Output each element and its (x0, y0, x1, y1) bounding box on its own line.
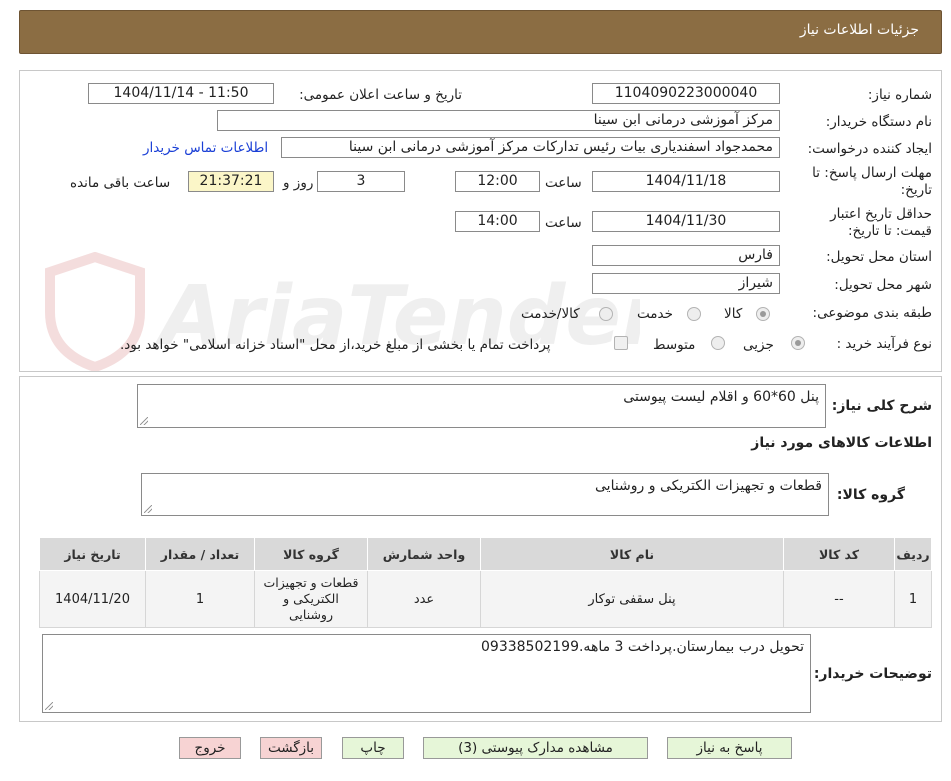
process-label: نوع فرآیند خرید : (836, 336, 932, 352)
category-option-service: خدمت (637, 306, 673, 322)
cell-unit: عدد (367, 570, 481, 628)
validity-time-label: ساعت (545, 215, 582, 231)
treasury-note: پرداخت تمام یا بخشی از مبلغ خرید،از محل … (120, 337, 551, 353)
category-radio-service[interactable] (687, 307, 701, 321)
buyer-contact-link[interactable]: اطلاعات تماس خریدار (143, 140, 268, 156)
category-radio-goods-service[interactable] (599, 307, 613, 321)
province-label: استان محل تحویل: (826, 249, 932, 265)
category-option-goods-service: کالا/خدمت (521, 306, 580, 322)
deadline-time-field: 12:00 (455, 171, 540, 192)
resize-handle-icon[interactable] (45, 702, 53, 710)
city-field: شیراز (592, 273, 780, 294)
items-table: ردیف کد کالا نام کالا واحد شمارش گروه کا… (39, 537, 932, 628)
category-label: طبقه بندی موضوعی: (812, 305, 932, 321)
process-radio-minor[interactable] (791, 336, 805, 350)
creator-label: ایجاد کننده درخواست: (807, 141, 932, 157)
announce-label: تاریخ و ساعت اعلان عمومی: (299, 87, 462, 103)
deadline-label-text: مهلت ارسال پاسخ: تا تاریخ: (812, 165, 932, 198)
goods-group-field[interactable]: قطعات و تجهیزات الکتریکی و روشنایی (141, 473, 829, 516)
print-button[interactable]: چاپ (342, 737, 404, 759)
announce-field: 1404/11/14 - 11:50 (88, 83, 274, 104)
buyer-notes-label: توضیحات خریدار: (813, 666, 932, 682)
province-field: فارس (592, 245, 780, 266)
resize-handle-icon[interactable] (140, 417, 148, 425)
exit-button[interactable]: خروج (179, 737, 241, 759)
buyer-field: مرکز آموزشی درمانی ابن سینا (217, 110, 780, 131)
reply-button[interactable]: پاسخ به نیاز (667, 737, 792, 759)
validity-label: حداقل تاریخ اعتبار قیمت: تا تاریخ: (802, 206, 932, 240)
validity-label-text: حداقل تاریخ اعتبار قیمت: تا تاریخ: (830, 206, 932, 239)
cell-goods-group: قطعات و تجهیزات الکتریکی و روشنایی (254, 570, 368, 628)
need-number-field: 1104090223000040 (592, 83, 780, 104)
cell-row-number: 1 (894, 570, 932, 628)
buyer-notes-text: تحویل درب بیمارستان.پرداخت 3 ماهه.093385… (481, 639, 804, 655)
col-goods-group: گروه کالا (254, 537, 368, 571)
city-label: شهر محل تحویل: (834, 277, 932, 293)
page-title: جزئیات اطلاعات نیاز (799, 22, 919, 38)
cell-need-date: 1404/11/20 (39, 570, 146, 628)
col-row-number: ردیف (894, 537, 932, 571)
need-number-label: شماره نیاز: (867, 87, 932, 103)
view-attachments-button[interactable]: مشاهده مدارک پیوستی (3) (423, 737, 648, 759)
cell-item-name: پنل سقفی توکار (480, 570, 784, 628)
process-option-medium: متوسط (653, 337, 696, 353)
days-label: روز و (283, 175, 314, 191)
days-field: 3 (317, 171, 405, 192)
buyer-notes-field[interactable]: تحویل درب بیمارستان.پرداخت 3 ماهه.093385… (42, 634, 811, 713)
process-option-minor: جزیی (743, 337, 774, 353)
col-quantity: تعداد / مقدار (145, 537, 255, 571)
col-unit: واحد شمارش (367, 537, 481, 571)
page-header: جزئیات اطلاعات نیاز (19, 10, 942, 54)
validity-date-field: 1404/11/30 (592, 211, 780, 232)
goods-group-text: قطعات و تجهیزات الکتریکی و روشنایی (595, 478, 822, 494)
description-field[interactable]: پنل 60*60 و اقلام لیست پیوستی (137, 384, 826, 428)
description-text: پنل 60*60 و اقلام لیست پیوستی (623, 389, 819, 405)
table-header-row: ردیف کد کالا نام کالا واحد شمارش گروه کا… (39, 537, 932, 571)
deadline-time-label: ساعت (545, 175, 582, 191)
resize-handle-icon[interactable] (144, 505, 152, 513)
creator-field: محمدجواد اسفندیاری بیات رئیس تدارکات مرک… (281, 137, 780, 158)
remaining-time-field: 21:37:21 (188, 171, 274, 192)
goods-info-title: اطلاعات کالاهای مورد نیاز (751, 435, 932, 451)
category-radio-goods[interactable] (756, 307, 770, 321)
col-need-date: تاریخ نیاز (39, 537, 146, 571)
cell-item-code: -- (783, 570, 895, 628)
category-option-goods: کالا (724, 306, 743, 322)
process-radio-medium[interactable] (711, 336, 725, 350)
col-item-code: کد کالا (783, 537, 895, 571)
col-item-name: نام کالا (480, 537, 784, 571)
remaining-label: ساعت باقی مانده (70, 175, 171, 191)
back-button[interactable]: بازگشت (260, 737, 322, 759)
description-label: شرح کلی نیاز: (831, 398, 932, 414)
treasury-checkbox[interactable] (614, 336, 628, 350)
deadline-label: مهلت ارسال پاسخ: تا تاریخ: (802, 165, 932, 199)
cell-quantity: 1 (145, 570, 255, 628)
validity-time-field: 14:00 (455, 211, 540, 232)
table-row: 1 -- پنل سقفی توکار عدد قطعات و تجهیزات … (39, 570, 932, 628)
deadline-date-field: 1404/11/18 (592, 171, 780, 192)
buyer-label: نام دستگاه خریدار: (825, 114, 932, 130)
goods-group-label: گروه کالا: (836, 487, 905, 503)
